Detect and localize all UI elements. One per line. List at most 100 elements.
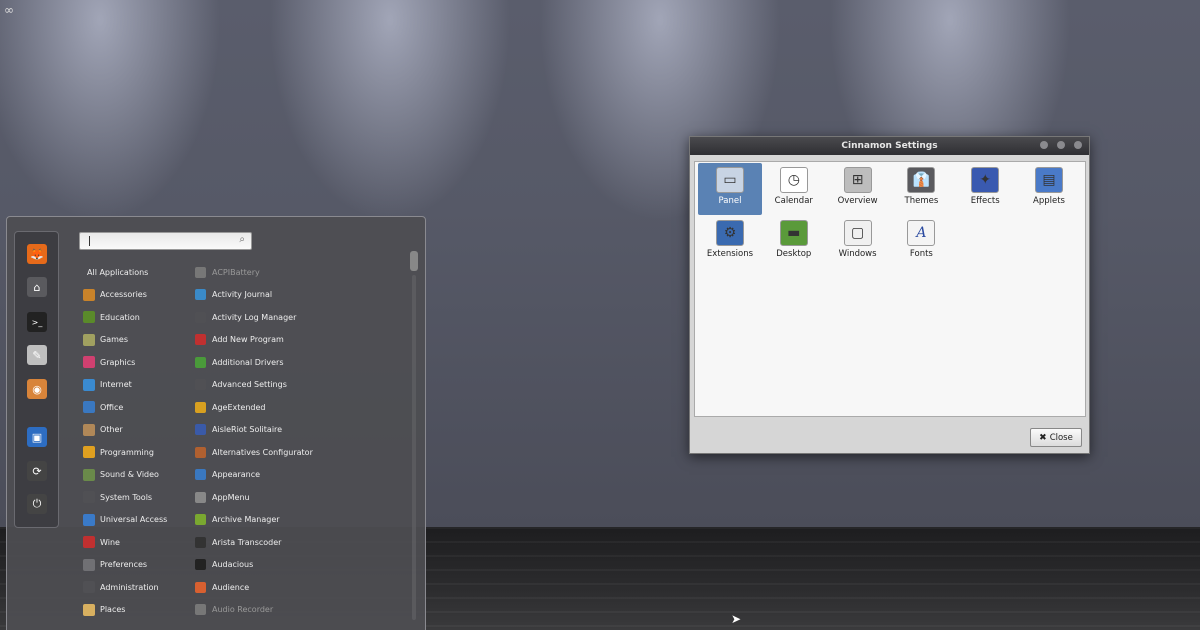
close-label: Close (1049, 432, 1073, 443)
logout-icon[interactable]: ⟳ (27, 461, 47, 481)
application-list: ACPIBattery Activity Journal Activity Log … (195, 261, 405, 621)
settings-item-label: Overview (837, 196, 878, 206)
minimize-button[interactable] (1040, 141, 1048, 149)
application-item[interactable]: Audio Recorder (195, 599, 405, 622)
application-label: Audacious (212, 560, 254, 570)
application-icon (195, 581, 206, 593)
panel-icon: ▭ (716, 167, 744, 193)
application-item[interactable]: Audacious (195, 554, 405, 577)
category-item[interactable]: Preferences (83, 554, 193, 577)
application-icon (195, 356, 206, 368)
application-item[interactable]: Audience (195, 576, 405, 599)
category-icon (83, 558, 95, 571)
search-input[interactable]: ⌕ (79, 232, 252, 250)
application-label: Appearance (212, 470, 261, 480)
application-item[interactable]: Activity Journal (195, 284, 405, 307)
settings-item-label: Extensions (706, 249, 754, 259)
application-item[interactable]: AisleRiot Solitaire (195, 419, 405, 442)
themes-icon: 👔 (907, 167, 936, 193)
close-icon: ✖ (1039, 432, 1047, 443)
category-label: Games (100, 335, 128, 345)
application-label: Archive Manager (212, 515, 280, 525)
settings-item-themes[interactable]: 👔 Themes (889, 163, 953, 215)
clock-icon: ◷ (779, 167, 808, 193)
application-icon (195, 446, 206, 458)
application-item[interactable]: Advanced Settings (195, 374, 405, 397)
category-icon (83, 513, 95, 526)
settings-grid: ▭ Panel ◷ Calendar ⊞ Overview 👔 Themes ✦ Effects ▤… (694, 161, 1086, 417)
scrollbar-track[interactable] (412, 275, 416, 620)
settings-item-label: Panel (718, 196, 742, 206)
application-item[interactable]: AppMenu (195, 486, 405, 509)
application-item[interactable]: Appearance (195, 464, 405, 487)
settings-item-panel[interactable]: ▭ Panel (698, 163, 762, 215)
search-icon: ⌕ (239, 234, 245, 245)
category-item[interactable]: Education (83, 306, 193, 329)
category-item[interactable]: Wine (83, 531, 193, 554)
firefox-icon[interactable]: 🦊 (27, 244, 47, 264)
favorites-bar: 🦊 ⌂ >_ ✎ ◉ ▣ ⟳ ⏻ (14, 231, 59, 528)
application-label: Additional Drivers (212, 357, 284, 367)
settings-item-calendar[interactable]: ◷ Calendar (762, 163, 826, 215)
category-item[interactable]: Other (83, 419, 193, 442)
settings-item-label: Desktop (776, 249, 812, 259)
text-editor-icon[interactable]: ✎ (27, 345, 47, 365)
application-item[interactable]: ACPIBattery (195, 261, 405, 284)
application-label: Alternatives Configurator (212, 447, 313, 457)
settings-item-label: Themes (904, 196, 939, 206)
settings-item-overview[interactable]: ⊞ Overview (826, 163, 890, 215)
computer-icon[interactable]: ▣ (27, 427, 47, 447)
category-item[interactable]: Accessories (83, 284, 193, 307)
application-icon (195, 491, 206, 503)
application-item[interactable]: Activity Log Manager (195, 306, 405, 329)
eye-of-gnome-icon[interactable]: ◉ (27, 379, 47, 399)
category-item[interactable]: Games (83, 329, 193, 352)
category-item[interactable]: Universal Access (83, 509, 193, 532)
fonts-icon: A (907, 220, 936, 246)
settings-item-desktop[interactable]: ▬ Desktop (762, 216, 826, 268)
settings-item-label: Applets (1033, 196, 1065, 206)
category-item[interactable]: Places (83, 599, 193, 622)
close-button[interactable]: ✖ Close (1030, 428, 1082, 447)
application-item[interactable]: Add New Program (195, 329, 405, 352)
category-icon (83, 401, 95, 414)
application-item[interactable]: Archive Manager (195, 509, 405, 532)
category-item[interactable]: Administration (83, 576, 193, 599)
scrollbar-handle[interactable] (410, 251, 418, 271)
settings-item-fonts[interactable]: A Fonts (889, 216, 953, 268)
category-icon (83, 491, 95, 504)
hot-corner-icon[interactable]: ∞ (4, 3, 14, 17)
category-icon (83, 446, 95, 459)
application-item[interactable]: Alternatives Configurator (195, 441, 405, 464)
settings-item-effects[interactable]: ✦ Effects (953, 163, 1017, 215)
application-item[interactable]: Arista Transcoder (195, 531, 405, 554)
category-label: Other (100, 425, 123, 435)
settings-item-applets[interactable]: ▤ Applets (1017, 163, 1081, 215)
category-item[interactable]: Office (83, 396, 193, 419)
category-icon (83, 311, 95, 324)
application-item[interactable]: Additional Drivers (195, 351, 405, 374)
settings-item-windows[interactable]: ▢ Windows (826, 216, 890, 268)
text-cursor (89, 236, 90, 246)
category-label: Wine (100, 537, 120, 547)
window-titlebar[interactable]: Cinnamon Settings (690, 137, 1089, 155)
category-item[interactable]: Graphics (83, 351, 193, 374)
power-icon[interactable]: ⏻ (27, 494, 47, 514)
terminal-icon[interactable]: >_ (27, 312, 47, 332)
close-window-button[interactable] (1074, 141, 1082, 149)
category-item[interactable]: Internet (83, 374, 193, 397)
category-icon (83, 333, 95, 346)
application-item[interactable]: AgeExtended (195, 396, 405, 419)
mouse-pointer-icon: ➤ (731, 612, 742, 626)
category-item[interactable]: Sound & Video (83, 464, 193, 487)
category-list: All Applications Accessories Education Game… (83, 261, 193, 621)
settings-item-extensions[interactable]: ⚙ Extensions (698, 216, 762, 268)
settings-item-label: Effects (970, 196, 1000, 206)
maximize-button[interactable] (1057, 141, 1065, 149)
category-item[interactable]: Programming (83, 441, 193, 464)
category-item[interactable]: All Applications (83, 261, 193, 284)
home-folder-icon[interactable]: ⌂ (27, 277, 47, 297)
category-item[interactable]: System Tools (83, 486, 193, 509)
application-icon (195, 289, 206, 301)
application-label: AgeExtended (212, 402, 266, 412)
